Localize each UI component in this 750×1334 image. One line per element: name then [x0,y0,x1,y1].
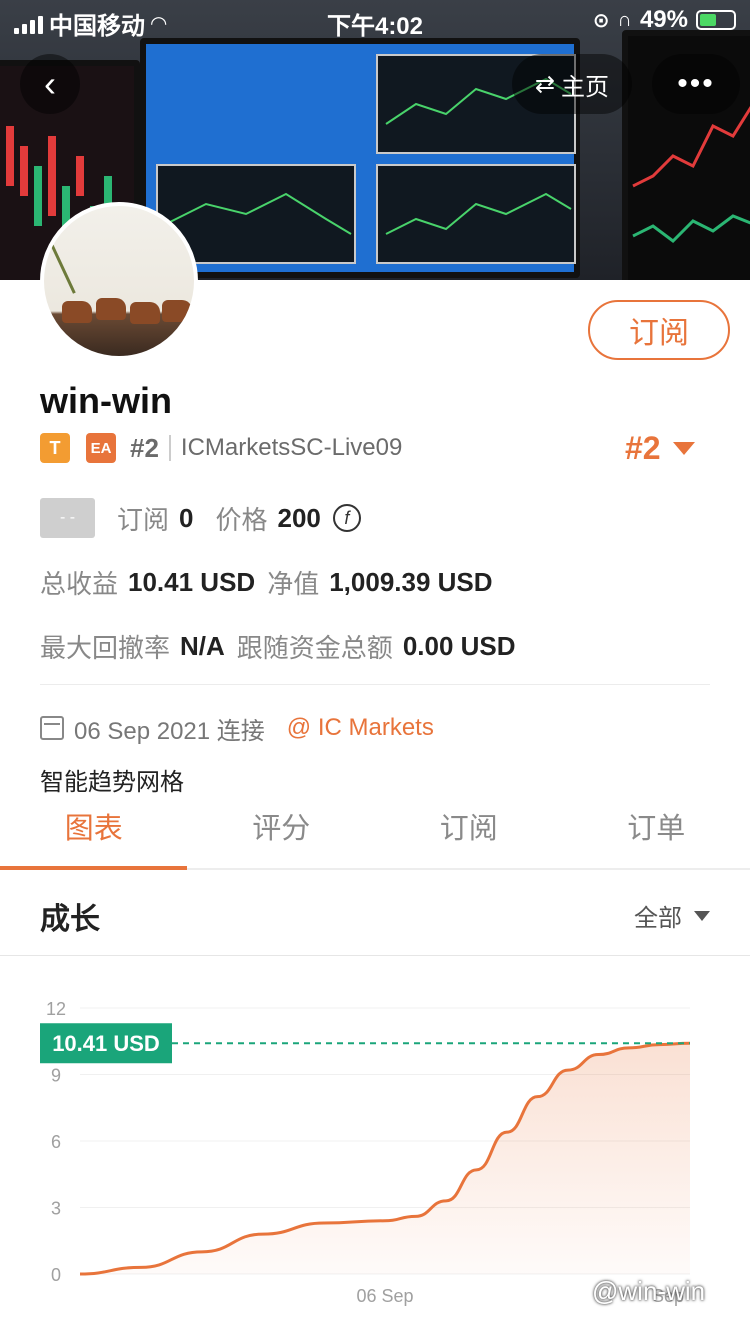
subscribe-button[interactable]: 订阅 [588,300,730,360]
total-profit-label: 总收益 [40,568,119,599]
y-tick-label: 0 [51,1265,61,1285]
headphones-icon: ∩ [617,8,632,31]
avatar-bull [62,301,92,323]
rank-label: #2 [130,432,159,463]
divider [168,435,171,461]
coin-icon: f [332,504,361,532]
follow-funds-label: 跟随资金总额 [236,632,393,663]
equity-label: 净值 [267,568,320,599]
subscriptions-value: 0 [179,502,194,533]
home-button[interactable]: ⇄ 主页 [512,54,632,114]
tab-subscriptions[interactable]: 订阅 [375,800,563,868]
price-label: 价格 [215,504,268,535]
home-label: 主页 [561,73,610,101]
stats-row-profit: 总收益 10.41 USD 净值 1,009.39 USD [40,562,505,602]
max-drawdown-label: 最大回撤率 [40,632,171,663]
battery-percent: 49% [639,6,688,33]
stats-row-drawdown: 最大回撤率 N/A 跟随资金总额 0.00 USD [40,626,528,666]
tag-ea-badge: EA [86,433,116,463]
connected-date: 06 Sep 2021 连接 [74,717,265,745]
avatar-bull [162,300,192,322]
growth-area [80,1043,690,1274]
lock-rotation-icon: ⊙ [592,9,610,32]
avatar-plant [47,218,119,294]
username: win-win [40,380,172,421]
broker-link[interactable]: @ IC Markets [287,714,434,742]
back-button[interactable]: ‹ [20,54,80,114]
avatar-bull [96,298,126,320]
max-drawdown-value: N/A [180,630,225,661]
y-tick-label: 6 [51,1132,61,1152]
account-tags: T EA #2 ICMarketsSC-Live09 [40,430,402,466]
range-label: 全部 [634,905,682,932]
y-tick-label: 3 [51,1199,61,1219]
tab-orders[interactable]: 订单 [563,800,750,868]
calendar-icon [40,716,64,740]
total-profit-value: 10.41 USD [128,566,256,597]
more-button[interactable]: ••• [652,54,740,114]
status-bar: 中国移动 ◠ 下午4:02 ⊙ ∩ 49% [0,0,750,40]
chevron-left-icon: ‹ [44,63,56,104]
placeholder-box: - - [40,498,95,538]
watermark: @win-win [592,1276,706,1306]
caret-down-icon [694,910,710,921]
tab-rating[interactable]: 评分 [188,800,376,868]
y-tick-label: 12 [46,999,66,1019]
y-tick-label: 9 [51,1066,61,1086]
meta-row: 06 Sep 2021 连接 @ IC Markets [40,710,434,746]
avatar[interactable] [40,202,198,360]
caret-down-icon [672,442,695,455]
tag-t-badge: T [40,433,70,463]
x-tick-label: 06 Sep [356,1286,413,1306]
server-label: ICMarketsSC-Live09 [180,434,403,461]
range-dropdown[interactable]: 全部 [634,898,710,933]
price-value: 200 [277,502,321,533]
growth-section-header: 成长 全部 [0,872,750,956]
swap-arrows-icon: ⇄ [534,70,556,98]
section-title: 成长 [40,903,100,936]
more-dots-icon: ••• [677,67,715,100]
battery-icon [696,10,736,30]
stats-row-subscriptions: - - 订阅 0 价格 200 f [40,498,361,538]
current-value-label: 10.41 USD [52,1031,160,1056]
strategy-description: 智能趋势网格 [40,769,184,796]
tab-bar: 图表 评分 订阅 订单 [0,800,750,870]
subscriptions-label: 订阅 [117,504,170,535]
rank-selector-label: #2 [625,430,661,466]
rank-selector[interactable]: #2 [625,430,695,467]
tab-chart[interactable]: 图表 [0,800,188,870]
follow-funds-value: 0.00 USD [402,630,516,661]
avatar-bull [130,302,160,324]
divider [40,684,710,685]
equity-value: 1,009.39 USD [329,566,493,597]
